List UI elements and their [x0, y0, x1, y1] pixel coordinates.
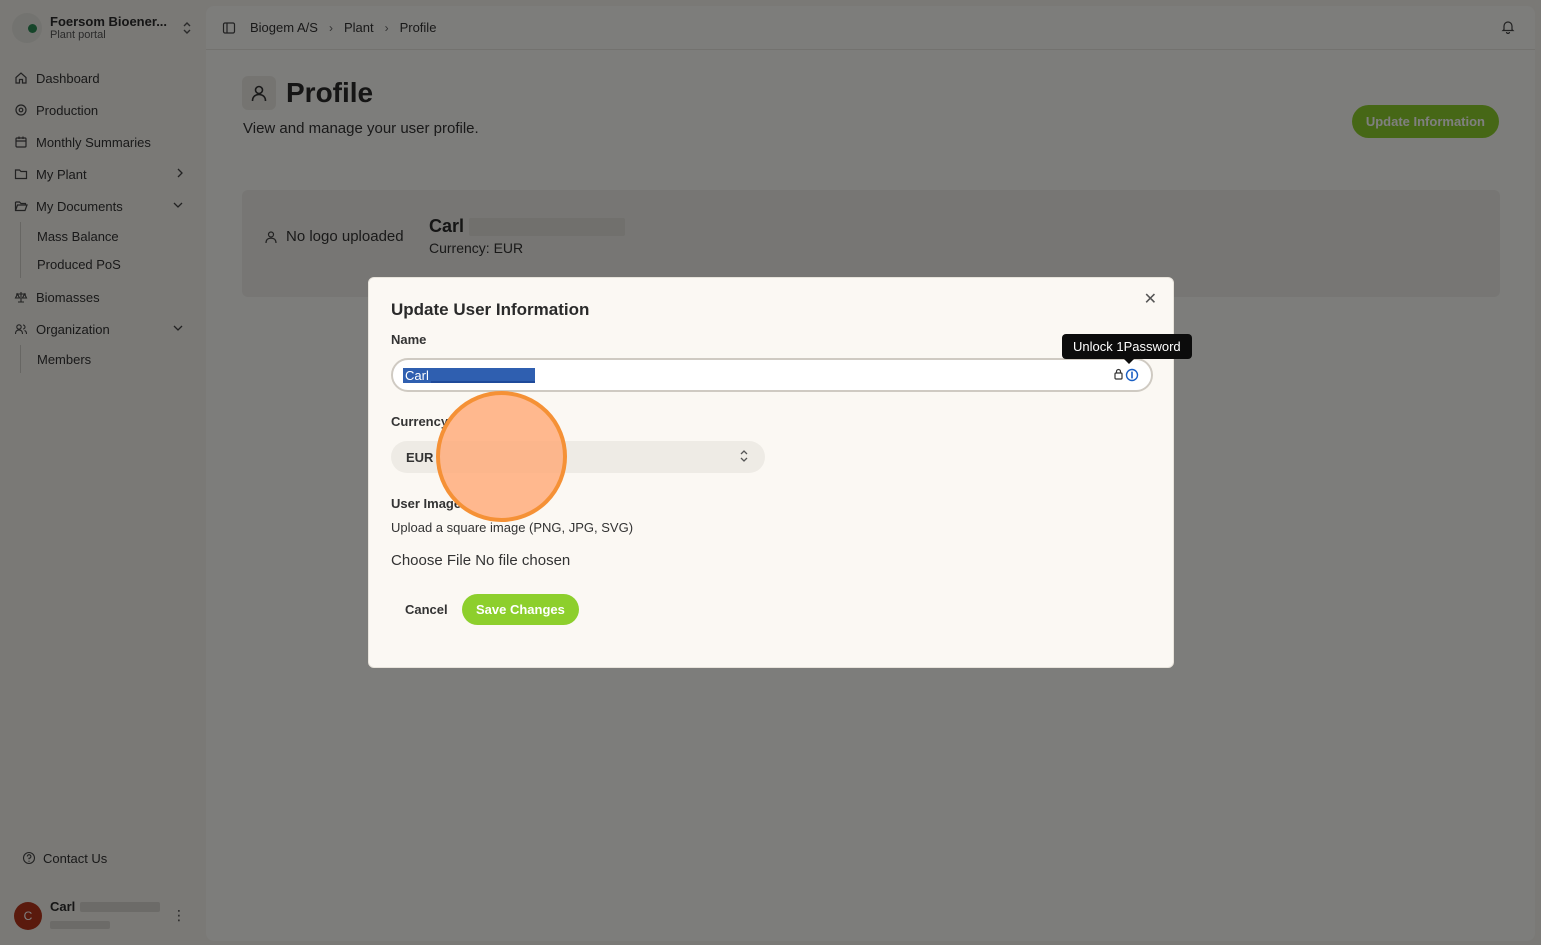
cancel-button[interactable]: Cancel	[393, 594, 460, 624]
user-image-hint: Upload a square image (PNG, JPG, SVG)	[391, 520, 634, 535]
currency-label: Currency	[391, 414, 449, 429]
click-indicator	[436, 391, 567, 522]
currency-value: EUR	[406, 449, 434, 465]
dialog-title: Update User Information	[391, 300, 590, 319]
redacted-text	[430, 367, 535, 383]
name-field[interactable]: Carl	[391, 358, 1153, 392]
onepassword-icon[interactable]	[1113, 368, 1139, 382]
name-label: Name	[391, 332, 427, 347]
name-value: Carl	[403, 367, 431, 383]
file-input[interactable]: Choose File No file chosen	[391, 552, 570, 569]
unlock-1password-tooltip: Unlock 1Password	[1062, 334, 1192, 364]
chevrons-up-down-icon	[739, 449, 749, 463]
save-changes-button[interactable]: Save Changes	[462, 594, 579, 625]
close-icon[interactable]: ✕	[1144, 292, 1157, 308]
